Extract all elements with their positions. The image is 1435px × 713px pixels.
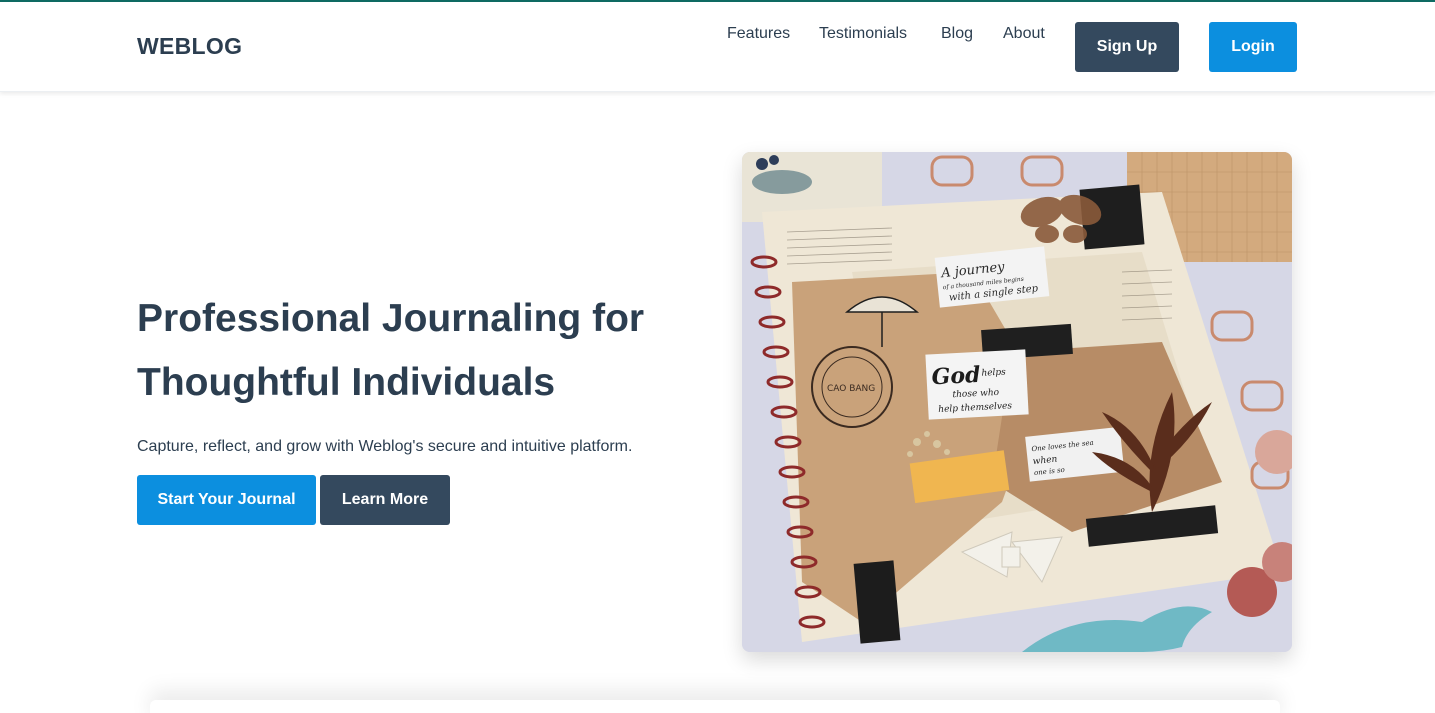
stamp-text: CAO BANG <box>827 384 875 394</box>
navbar: WEBLOG Features Testimonials Blog About … <box>0 2 1435 92</box>
hero-title-line-2: Thoughtful Individuals <box>137 361 556 404</box>
journal-collage-illustration: A journey of a thousand miles begins wit… <box>742 152 1292 652</box>
login-button[interactable]: Login <box>1209 22 1297 72</box>
hero-title-line-1: Professional Journaling for <box>137 297 645 340</box>
nav-link-blog[interactable]: Blog <box>941 25 973 43</box>
brand-logo[interactable]: WEBLOG <box>137 33 242 60</box>
nav-link-testimonials[interactable]: Testimonials <box>819 25 907 43</box>
quote-helps-text: helps <box>981 367 1006 378</box>
next-section-card <box>150 700 1280 713</box>
learn-more-button[interactable]: Learn More <box>320 475 450 525</box>
quote-god-text: God <box>931 362 981 391</box>
signup-button[interactable]: Sign Up <box>1075 22 1179 72</box>
hero-journal-image: A journey of a thousand miles begins wit… <box>742 152 1292 652</box>
start-journal-button[interactable]: Start Your Journal <box>137 475 316 525</box>
nav-link-features[interactable]: Features <box>727 25 790 43</box>
hero-title: Professional Journaling for Thoughtful I… <box>137 287 677 415</box>
hero-subtitle: Capture, reflect, and grow with Weblog's… <box>137 438 633 455</box>
nav-link-about[interactable]: About <box>1003 25 1045 43</box>
